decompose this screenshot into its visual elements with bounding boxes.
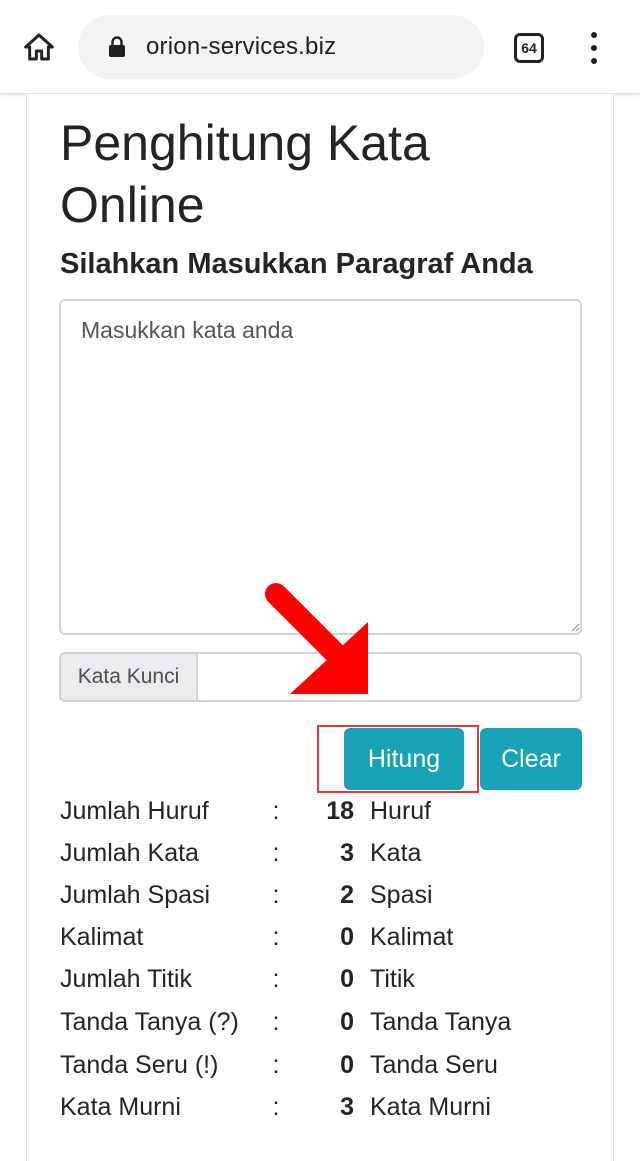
tab-switcher-icon[interactable]: 64	[514, 33, 544, 63]
result-value: 2	[340, 881, 354, 909]
result-separator: :	[272, 1093, 280, 1121]
result-row: Jumlah Kata : 3 Kata	[60, 834, 580, 872]
annotation-arrow-icon	[265, 583, 368, 694]
result-unit: Kata	[370, 839, 422, 867]
url-text: orion-services.biz	[146, 33, 337, 60]
result-separator: :	[272, 839, 280, 867]
result-label: Jumlah Titik	[60, 965, 192, 993]
result-label: Tanda Tanya (?)	[60, 1008, 239, 1036]
page-subtitle: Silahkan Masukkan Paragraf Anda	[60, 248, 533, 280]
result-separator: :	[272, 881, 280, 909]
result-row: Kata Murni : 3 Kata Murni	[60, 1088, 580, 1126]
result-label: Jumlah Spasi	[60, 881, 211, 909]
result-unit: Titik	[370, 965, 415, 993]
result-unit: Kata Murni	[370, 1093, 491, 1121]
resize-grip-icon[interactable]	[570, 622, 580, 632]
result-row: Tanda Seru (!) : 0 Tanda Seru	[60, 1046, 580, 1084]
result-row: Jumlah Huruf : 18 Huruf	[60, 792, 580, 830]
result-value: 0	[340, 1051, 354, 1079]
result-unit: Huruf	[370, 797, 432, 825]
result-label: Kalimat	[60, 923, 144, 951]
lock-icon	[108, 35, 128, 59]
home-icon[interactable]	[20, 28, 58, 66]
clear-button[interactable]: Clear	[480, 728, 582, 790]
result-separator: :	[272, 1008, 280, 1036]
result-separator: :	[272, 797, 280, 825]
result-separator: :	[272, 1051, 280, 1079]
address-bar[interactable]: orion-services.biz	[78, 15, 484, 79]
result-value: 18	[326, 797, 354, 825]
result-label: Kata Murni	[60, 1093, 181, 1121]
result-row: Jumlah Titik : 0 Titik	[60, 960, 580, 998]
result-unit: Spasi	[370, 881, 433, 909]
result-row: Kalimat : 0 Kalimat	[60, 918, 580, 956]
result-separator: :	[272, 923, 280, 951]
keyword-label: Kata Kunci	[61, 654, 198, 700]
result-value: 0	[340, 965, 354, 993]
results-table: Jumlah Huruf : 18 Huruf Jumlah Kata : 3 …	[60, 792, 580, 1126]
result-unit: Tanda Seru	[370, 1051, 498, 1079]
result-row: Tanda Tanya (?) : 0 Tanda Tanya	[60, 1002, 580, 1042]
browser-toolbar: orion-services.biz 64	[0, 0, 640, 94]
result-label: Tanda Seru (!)	[60, 1051, 219, 1079]
result-label: Jumlah Huruf	[60, 797, 209, 825]
result-value: 0	[340, 923, 354, 951]
more-vert-icon[interactable]	[580, 30, 608, 66]
result-value: 3	[340, 839, 354, 867]
result-unit: Tanda Tanya	[370, 1008, 512, 1036]
result-value: 0	[340, 1008, 354, 1036]
result-unit: Kalimat	[370, 923, 454, 951]
result-row: Jumlah Spasi : 2 Spasi	[60, 876, 580, 914]
result-separator: :	[272, 965, 280, 993]
result-label: Jumlah Kata	[60, 839, 199, 867]
result-value: 3	[340, 1093, 354, 1121]
annotation-highlight-box	[317, 725, 479, 793]
page-title: Penghitung Kata Online	[60, 115, 430, 233]
